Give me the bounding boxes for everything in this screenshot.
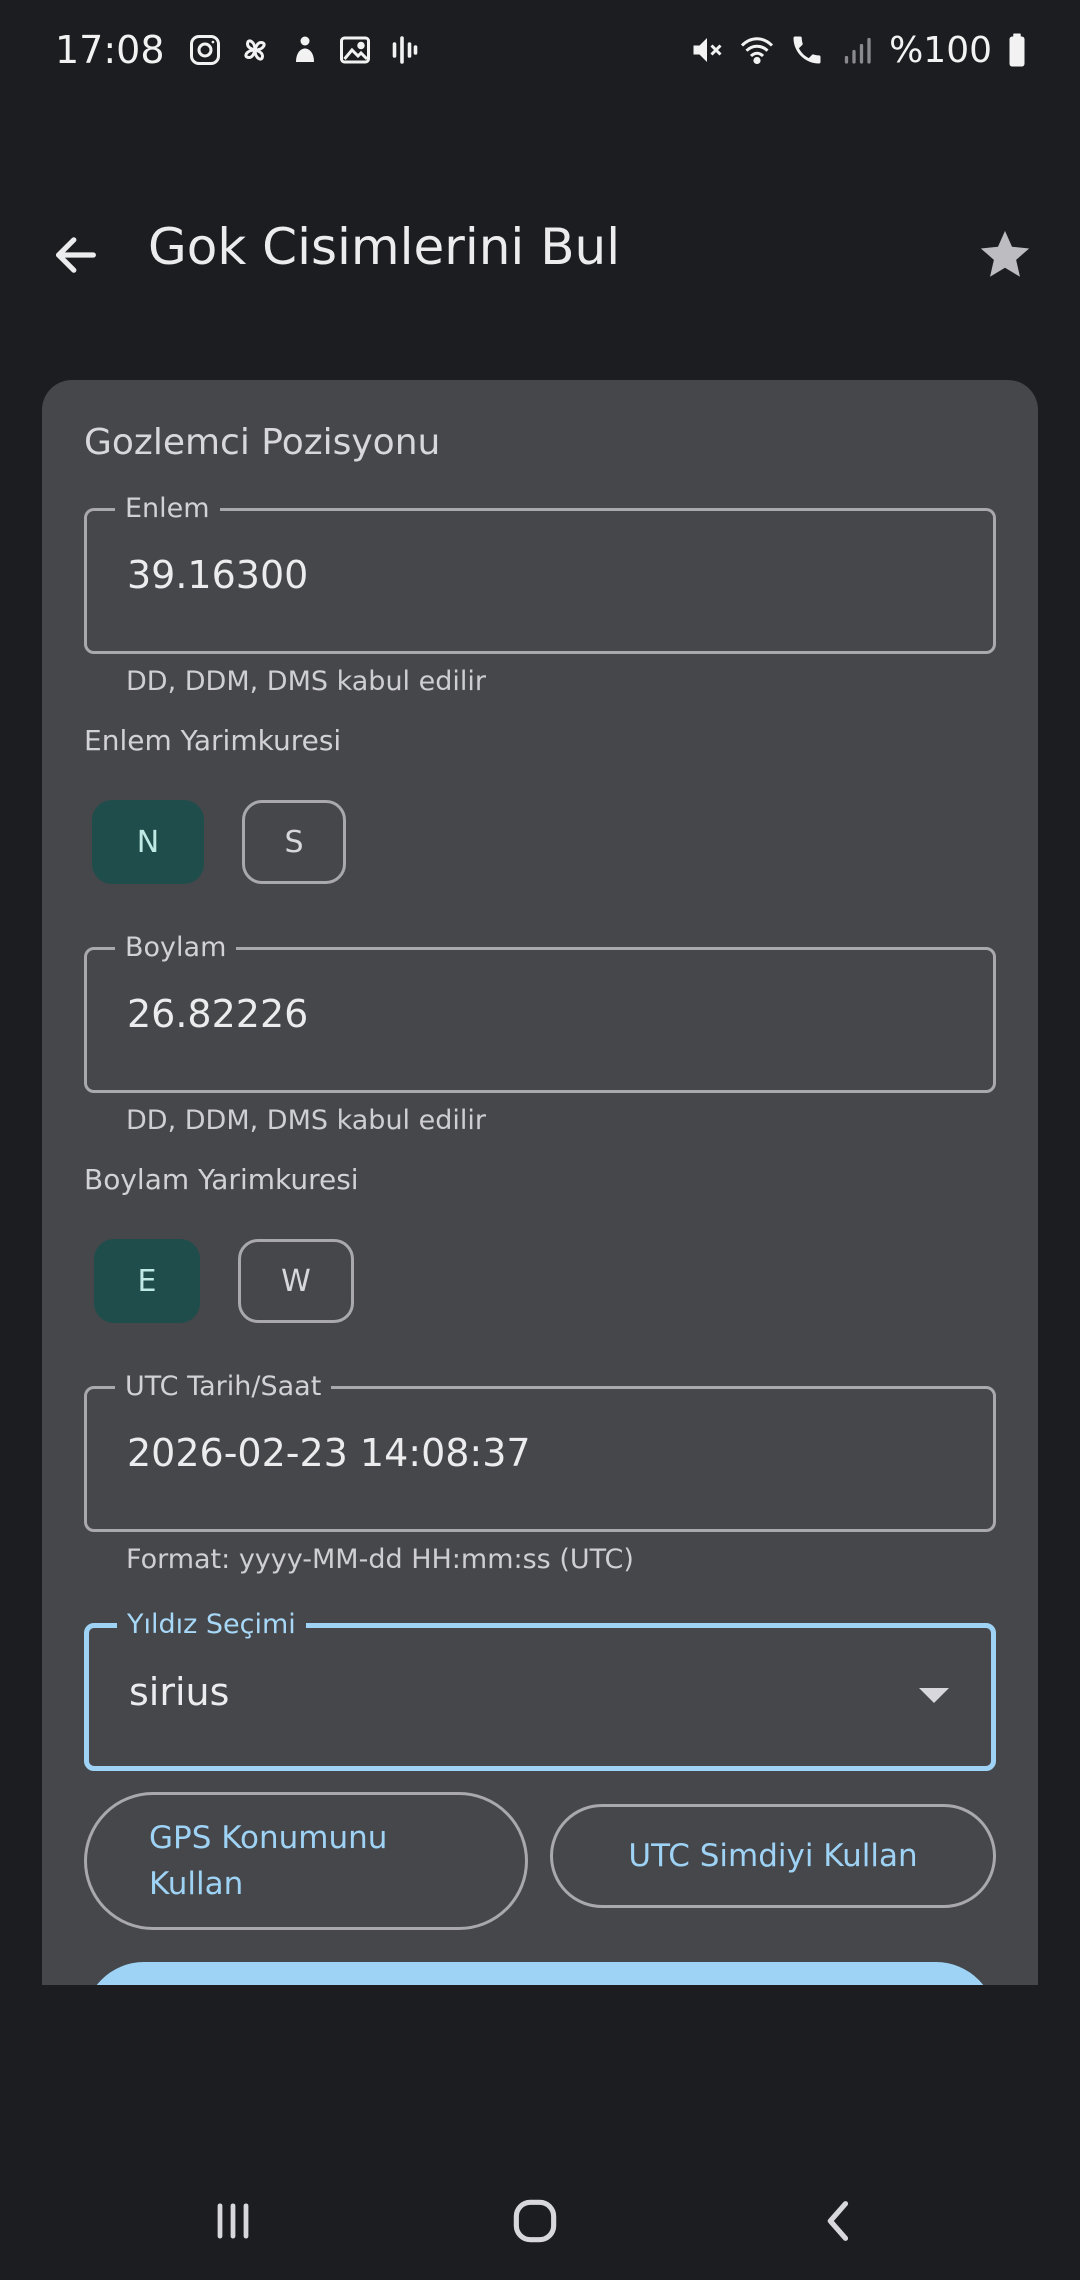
gps-button-line1: GPS Konumunu — [149, 1820, 388, 1856]
page-title: Gok Cisimlerini Bul — [148, 218, 621, 276]
mute-icon — [689, 32, 725, 68]
chip-label: W — [281, 1263, 311, 1299]
recents-icon — [217, 2203, 249, 2239]
pinwheel-icon — [237, 32, 273, 68]
dropdown-arrow-icon — [919, 1688, 949, 1703]
star-select-label: Yıldız Seçimi — [117, 1608, 306, 1642]
latitude-helper: DD, DDM, DMS kabul edilir — [126, 666, 486, 697]
latitude-field[interactable]: Enlem 39.16300 — [84, 492, 996, 654]
home-icon — [513, 2199, 557, 2243]
latitude-input[interactable]: 39.16300 — [127, 553, 308, 597]
star-select-value: sirius — [129, 1670, 230, 1714]
battery-icon — [1006, 32, 1028, 68]
home-button[interactable] — [490, 2176, 580, 2266]
status-left: 17:08 — [55, 28, 423, 72]
voice-icon — [387, 32, 423, 68]
screen: 17:08 %100 Gok Cisimlerini Bul Gozlemci … — [0, 0, 1080, 2280]
gps-button-line2: Kullan — [149, 1866, 244, 1902]
app-bar: Gok Cisimlerini Bul — [0, 200, 1080, 310]
primary-action-button[interactable] — [84, 1962, 996, 1985]
longitude-helper: DD, DDM, DMS kabul edilir — [126, 1105, 486, 1136]
utc-input[interactable]: 2026-02-23 14:08:37 — [127, 1431, 531, 1475]
longitude-label: Boylam — [115, 931, 237, 965]
star-select-dropdown[interactable]: Yıldız Seçimi sirius — [84, 1608, 996, 1771]
utc-helper: Format: yyyy-MM-dd HH:mm:ss (UTC) — [126, 1544, 634, 1575]
signal-icon — [839, 32, 875, 68]
status-bar: 17:08 %100 — [0, 0, 1080, 100]
hemisphere-s-chip[interactable]: S — [242, 800, 346, 884]
chevron-left-icon — [827, 2201, 849, 2241]
longitude-field[interactable]: Boylam 26.82226 — [84, 931, 996, 1093]
utc-now-label: UTC Simdiyi Kullan — [628, 1838, 918, 1874]
longitude-hemisphere-label: Boylam Yarimkuresi — [84, 1163, 359, 1196]
hemisphere-w-chip[interactable]: W — [238, 1239, 354, 1323]
instagram-icon — [187, 32, 223, 68]
observer-position-card: Gozlemci Pozisyonu Enlem 39.16300 DD, DD… — [42, 380, 1038, 1985]
utc-datetime-field[interactable]: UTC Tarih/Saat 2026-02-23 14:08:37 — [84, 1370, 996, 1532]
gallery-icon — [337, 32, 373, 68]
latitude-hemisphere-label: Enlem Yarimkuresi — [84, 724, 342, 757]
utc-label: UTC Tarih/Saat — [115, 1370, 332, 1404]
gps-button-text: GPS Konumunu Kullan — [149, 1815, 387, 1907]
hemisphere-e-chip[interactable]: E — [94, 1239, 200, 1323]
chip-label: E — [137, 1263, 157, 1299]
latitude-label: Enlem — [115, 492, 220, 526]
longitude-input[interactable]: 26.82226 — [127, 992, 308, 1036]
back-button[interactable] — [44, 223, 108, 287]
star-icon — [980, 230, 1030, 277]
use-gps-location-button[interactable]: GPS Konumunu Kullan — [84, 1792, 528, 1930]
hemisphere-n-chip[interactable]: N — [92, 800, 204, 884]
figure-icon — [287, 32, 323, 68]
call-icon — [789, 32, 825, 68]
back-nav-button[interactable] — [794, 2176, 884, 2266]
wifi-call-icon — [739, 32, 775, 68]
arrow-back-icon — [56, 237, 96, 273]
status-right: %100 — [689, 30, 1028, 71]
chip-label: N — [136, 824, 160, 860]
system-nav-bar — [0, 2160, 1080, 2280]
status-time: 17:08 — [55, 28, 165, 72]
favorite-button[interactable] — [972, 222, 1038, 288]
battery-percent: %100 — [889, 29, 992, 71]
use-utc-now-button[interactable]: UTC Simdiyi Kullan — [550, 1804, 996, 1908]
recents-button[interactable] — [188, 2176, 278, 2266]
section-title: Gozlemci Pozisyonu — [84, 422, 441, 463]
chip-label: S — [284, 824, 304, 860]
